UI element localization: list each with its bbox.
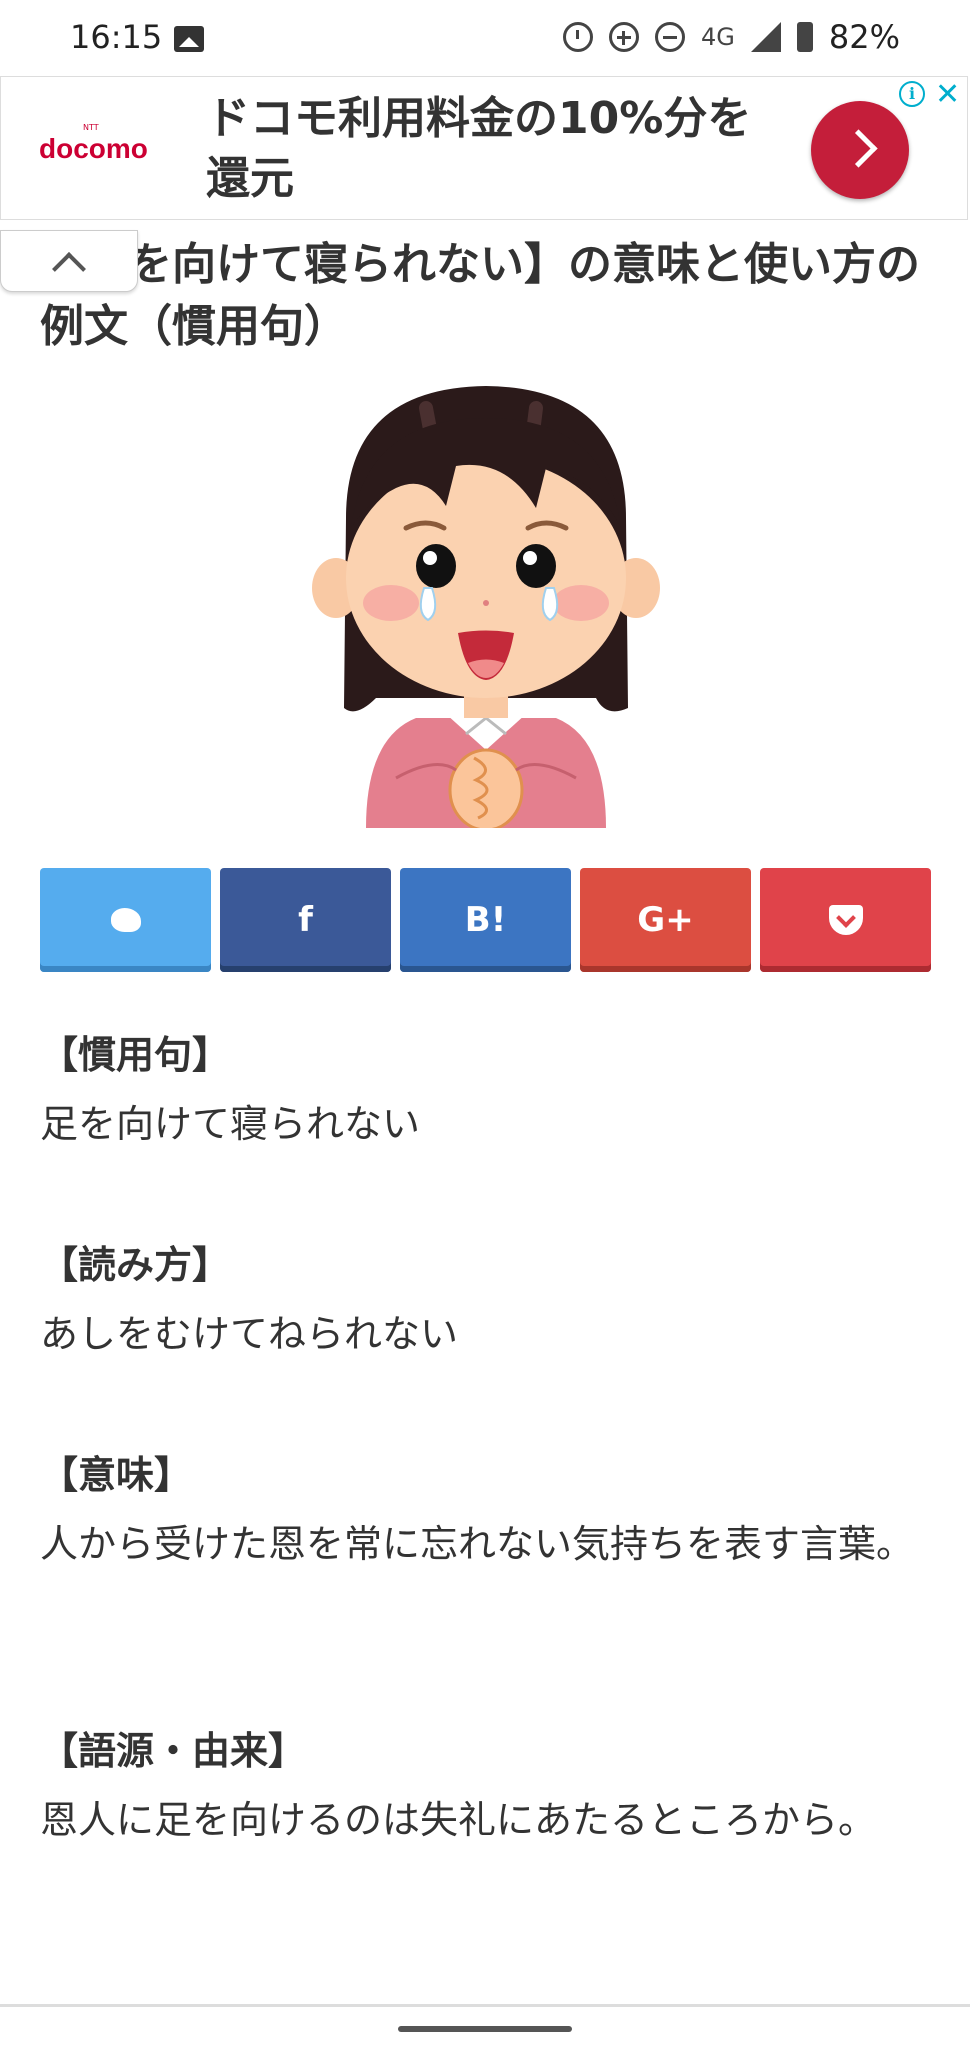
share-hatena-button[interactable]: B! [400, 868, 571, 972]
battery-icon [796, 22, 813, 52]
pocket-icon [828, 905, 863, 935]
facebook-icon: f [298, 900, 313, 940]
share-twitter-button[interactable] [40, 868, 211, 972]
dnd-icon [655, 22, 685, 52]
network-type: 4G [701, 23, 735, 51]
collapse-ad-button[interactable] [0, 230, 138, 292]
section-body: 人から受けた恩を常に忘れない気持ちを表す言葉。 [40, 1522, 915, 1566]
share-google-plus-button[interactable]: G+ [580, 868, 751, 972]
section-heading: 【読み方】 [40, 1243, 231, 1287]
status-time: 16:15 [70, 18, 163, 56]
bottom-divider [0, 2004, 970, 2007]
signal-icon [750, 22, 781, 52]
ad-brand-small: NTT [83, 123, 99, 132]
google-plus-icon: G+ [637, 900, 694, 940]
hatena-icon: B! [464, 900, 507, 940]
section-body: あしをむけてねられない [40, 1312, 459, 1356]
data-saver-icon [609, 22, 639, 52]
section-body: 恩人に足を向けるのは失礼にあたるところから。 [40, 1798, 877, 1842]
section-heading: 【慣用句】 [40, 1033, 231, 1077]
section-idiom: 【慣用句】 足を向けて寝られない [40, 1030, 920, 1160]
share-facebook-button[interactable]: f [220, 868, 391, 972]
section-reading: 【読み方】 あしをむけてねられない [40, 1240, 920, 1370]
ad-brand-logo: docomo [39, 133, 148, 164]
alarm-icon [563, 22, 593, 52]
section-body: 足を向けて寝られない [40, 1102, 421, 1146]
section-heading: 【語源・由来】 [40, 1729, 307, 1773]
section-heading: 【意味】 [40, 1453, 193, 1497]
section-meaning: 【意味】 人から受けた恩を常に忘れない気持ちを表す言葉。 [40, 1450, 920, 1580]
status-bar: 16:15 4G 82% [0, 0, 970, 76]
ad-banner[interactable]: NTT docomo ドコモ利用料金の10%分を還元 i ✕ [0, 76, 968, 220]
section-origin: 【語源・由来】 恩人に足を向けるのは失礼にあたるところから。 [40, 1726, 920, 1856]
article-illustration [312, 386, 660, 828]
ad-close-icon[interactable]: ✕ [935, 77, 960, 112]
ad-info-icon[interactable]: i [899, 81, 925, 107]
share-buttons: f B! G+ [40, 868, 931, 972]
home-indicator[interactable] [398, 2026, 572, 2032]
twitter-icon [110, 908, 141, 932]
ad-text[interactable]: ドコモ利用料金の10%分を還元 [206, 89, 786, 209]
article-title: 【足を向けて寝られない】の意味と使い方の例文（慣用句） [40, 239, 920, 352]
status-icons: 4G 82% [563, 18, 900, 56]
share-pocket-button[interactable] [760, 868, 931, 972]
battery-percent: 82% [828, 18, 900, 56]
ad-cta-button[interactable] [811, 101, 909, 199]
photo-icon [174, 26, 204, 52]
